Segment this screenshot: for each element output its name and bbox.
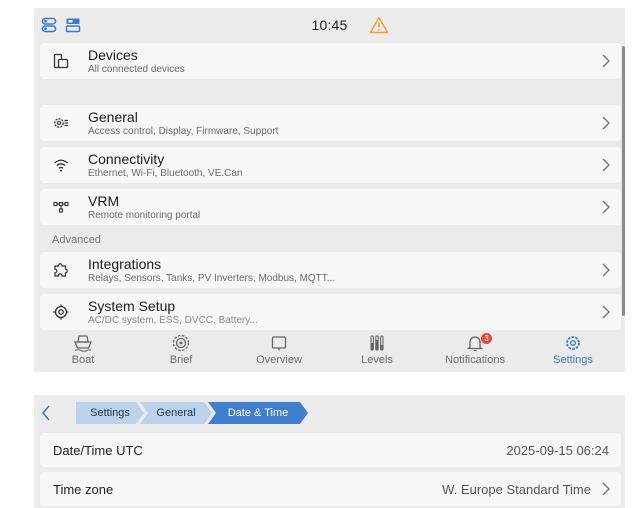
chevron-right-icon xyxy=(602,158,610,172)
breadcrumb-date-time: Date & Time xyxy=(208,402,308,424)
nav-brief[interactable]: Brief xyxy=(132,330,230,372)
nav-label: Settings xyxy=(553,354,593,366)
gear-list-icon xyxy=(54,118,68,128)
menu-item-general[interactable]: General Access control, Display, Firmwar… xyxy=(40,105,621,141)
menu-item-title: Integrations xyxy=(88,256,162,272)
menu-item-system-setup[interactable]: System Setup AC/DC system, ESS, DVCC, Ba… xyxy=(40,294,621,330)
back-chevron-icon[interactable] xyxy=(40,404,52,422)
setting-row-date-time-utc: Date/Time UTC 2025-09-15 06:24 xyxy=(40,433,621,467)
setting-label: Time zone xyxy=(53,482,114,497)
menu-item-devices[interactable]: Devices All connected devices xyxy=(40,43,621,79)
chevron-right-icon xyxy=(602,116,610,130)
menu-item-subtitle: Access control, Display, Firmware, Suppo… xyxy=(88,126,279,137)
menu-item-subtitle: Ethernet, Wi-Fi, Bluetooth, VE.Can xyxy=(88,168,243,179)
menu-item-subtitle: Relays, Sensors, Tanks, PV Inverters, Mo… xyxy=(88,273,336,284)
breadcrumb-settings[interactable]: Settings xyxy=(76,402,144,424)
nav-label: Brief xyxy=(169,354,193,366)
brief-gauge-icon xyxy=(172,334,190,352)
chevron-right-icon xyxy=(602,54,610,68)
overview-icon xyxy=(271,336,287,351)
setting-value: W. Europe Standard Time xyxy=(442,482,591,497)
nav-label: Overview xyxy=(256,354,302,366)
warning-triangle-icon[interactable] xyxy=(369,16,389,34)
nav-boat[interactable]: Boat xyxy=(34,330,132,372)
scrollbar[interactable] xyxy=(622,46,625,316)
chevron-right-icon xyxy=(602,482,610,496)
nav-label: Boat xyxy=(71,354,95,366)
target-gear-icon xyxy=(53,304,69,320)
menu-item-subtitle: All connected devices xyxy=(88,64,185,75)
gear-icon xyxy=(566,336,580,350)
levels-icon xyxy=(370,335,384,351)
nav-settings[interactable]: Settings xyxy=(524,330,622,372)
chevron-right-icon xyxy=(602,200,610,214)
chevron-right-icon xyxy=(602,263,610,277)
date-time-screen: Settings General Date & Time Date/Time U… xyxy=(34,395,625,508)
nav-notifications[interactable]: 3 Notifications xyxy=(426,330,524,372)
menu-item-vrm[interactable]: VRM Remote monitoring portal xyxy=(40,189,621,225)
network-icon xyxy=(53,201,69,213)
menu-item-title: Connectivity xyxy=(88,151,165,167)
menu-item-title: General xyxy=(88,109,138,125)
notification-badge: 3 xyxy=(481,333,492,344)
settings-screen: 10:45 Devices All connected devices Gene… xyxy=(34,8,625,372)
menu-item-title: Devices xyxy=(88,47,138,63)
menu-item-integrations[interactable]: Integrations Relays, Sensors, Tanks, PV … xyxy=(40,252,621,288)
menu-item-connectivity[interactable]: Connectivity Ethernet, Wi-Fi, Bluetooth,… xyxy=(40,147,621,183)
menu-item-subtitle: Remote monitoring portal xyxy=(88,210,201,221)
setting-row-time-zone[interactable]: Time zone W. Europe Standard Time xyxy=(40,472,621,506)
breadcrumb: Settings General Date & Time xyxy=(34,395,625,431)
wifi-icon xyxy=(54,159,68,172)
nav-overview[interactable]: Overview xyxy=(230,330,328,372)
boat-icon xyxy=(74,335,92,352)
nav-levels[interactable]: Levels xyxy=(328,330,426,372)
section-label-advanced: Advanced xyxy=(52,234,101,246)
setting-label: Date/Time UTC xyxy=(53,443,143,458)
setting-value: 2025-09-15 06:24 xyxy=(506,443,609,458)
devices-icon xyxy=(53,53,69,69)
puzzle-icon xyxy=(54,263,68,277)
menu-item-title: VRM xyxy=(88,193,120,209)
nav-label: Levels xyxy=(361,354,393,366)
nav-label: Notifications xyxy=(445,354,505,366)
bottom-nav: Boat Brief Overview Levels 3 Notificatio… xyxy=(34,330,625,372)
menu-item-subtitle: AC/DC system, ESS, DVCC, Battery... xyxy=(88,315,258,326)
menu-item-title: System Setup xyxy=(88,298,176,314)
chevron-right-icon xyxy=(602,305,610,319)
clock: 10:45 xyxy=(311,17,348,33)
breadcrumb-general[interactable]: General xyxy=(140,402,212,424)
status-bar: 10:45 xyxy=(34,8,625,42)
